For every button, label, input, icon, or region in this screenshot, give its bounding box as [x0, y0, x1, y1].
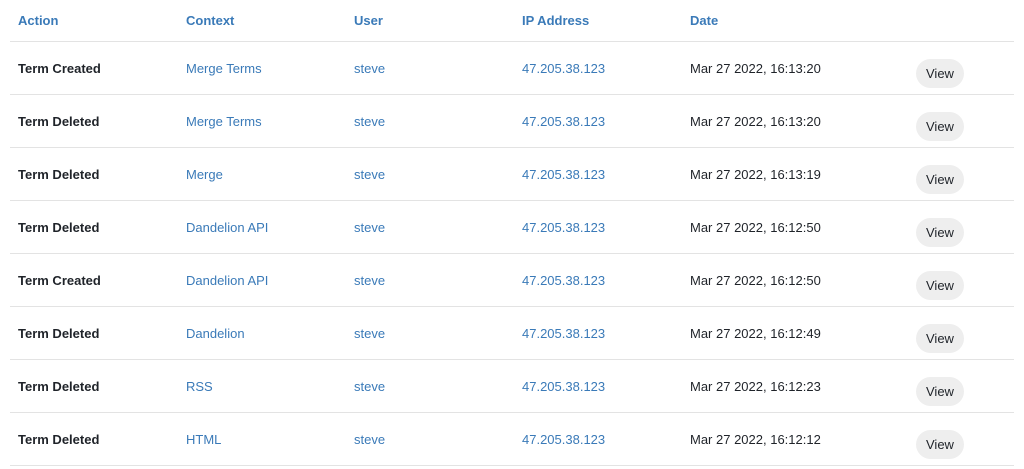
- view-cell: View: [900, 306, 1014, 360]
- ip-address-link[interactable]: 47.205.38.123: [514, 94, 682, 148]
- view-button[interactable]: View: [916, 164, 964, 194]
- view-cell: View: [900, 41, 1014, 95]
- view-button[interactable]: View: [916, 111, 964, 141]
- date-cell: Mar 27 2022, 16:12:50: [682, 253, 900, 307]
- date-cell: Mar 27 2022, 16:12:49: [682, 306, 900, 360]
- ip-address-link[interactable]: 47.205.38.123: [514, 412, 682, 466]
- column-header-action: Action: [10, 0, 178, 42]
- view-button[interactable]: View: [916, 270, 964, 300]
- ip-address-link[interactable]: 47.205.38.123: [514, 359, 682, 413]
- action-cell: Term Created: [10, 41, 178, 95]
- ip-address-link[interactable]: 47.205.38.123: [514, 200, 682, 254]
- context-link[interactable]: RSS: [178, 359, 346, 413]
- action-cell: Term Deleted: [10, 94, 178, 148]
- user-link[interactable]: steve: [346, 147, 514, 201]
- date-cell: Mar 27 2022, 16:13:19: [682, 147, 900, 201]
- view-cell: View: [900, 253, 1014, 307]
- column-header-user: User: [346, 0, 514, 42]
- action-cell: Term Deleted: [10, 412, 178, 466]
- view-button[interactable]: View: [916, 429, 964, 459]
- context-link[interactable]: Merge Terms: [178, 94, 346, 148]
- table-body: Term Created Merge Terms steve 47.205.38…: [10, 41, 1014, 466]
- context-link[interactable]: Dandelion: [178, 306, 346, 360]
- table-row: Term Deleted RSS steve 47.205.38.123 Mar…: [10, 359, 1014, 413]
- context-link[interactable]: HTML: [178, 412, 346, 466]
- table-row: Term Deleted Merge Terms steve 47.205.38…: [10, 94, 1014, 148]
- column-header-ip-address: IP Address: [514, 0, 682, 42]
- table-header: Action Context User IP Address Date: [10, 0, 1014, 42]
- view-button[interactable]: View: [916, 323, 964, 353]
- view-cell: View: [900, 147, 1014, 201]
- table-row: Term Deleted HTML steve 47.205.38.123 Ma…: [10, 412, 1014, 466]
- view-button[interactable]: View: [916, 376, 964, 406]
- date-cell: Mar 27 2022, 16:12:12: [682, 412, 900, 466]
- view-cell: View: [900, 412, 1014, 466]
- ip-address-link[interactable]: 47.205.38.123: [514, 41, 682, 95]
- ip-address-link[interactable]: 47.205.38.123: [514, 306, 682, 360]
- context-link[interactable]: Merge Terms: [178, 41, 346, 95]
- ip-address-link[interactable]: 47.205.38.123: [514, 147, 682, 201]
- table-row: Term Created Merge Terms steve 47.205.38…: [10, 41, 1014, 95]
- view-cell: View: [900, 359, 1014, 413]
- action-cell: Term Deleted: [10, 147, 178, 201]
- user-link[interactable]: steve: [346, 41, 514, 95]
- context-link[interactable]: Merge: [178, 147, 346, 201]
- view-button[interactable]: View: [916, 217, 964, 247]
- table-row: Term Deleted Dandelion steve 47.205.38.1…: [10, 306, 1014, 360]
- user-link[interactable]: steve: [346, 94, 514, 148]
- date-cell: Mar 27 2022, 16:12:50: [682, 200, 900, 254]
- table-row: Term Created Dandelion API steve 47.205.…: [10, 253, 1014, 307]
- action-cell: Term Created: [10, 253, 178, 307]
- context-link[interactable]: Dandelion API: [178, 253, 346, 307]
- date-cell: Mar 27 2022, 16:13:20: [682, 94, 900, 148]
- action-cell: Term Deleted: [10, 306, 178, 360]
- action-cell: Term Deleted: [10, 200, 178, 254]
- user-link[interactable]: steve: [346, 359, 514, 413]
- date-cell: Mar 27 2022, 16:13:20: [682, 41, 900, 95]
- context-link[interactable]: Dandelion API: [178, 200, 346, 254]
- table-row: Term Deleted Dandelion API steve 47.205.…: [10, 200, 1014, 254]
- user-link[interactable]: steve: [346, 200, 514, 254]
- table-row: Term Deleted Merge steve 47.205.38.123 M…: [10, 147, 1014, 201]
- activity-log-table: Action Context User IP Address Date Term…: [10, 0, 1014, 466]
- column-header-actions: [900, 0, 1014, 42]
- header-row: Action Context User IP Address Date: [10, 0, 1014, 42]
- view-cell: View: [900, 200, 1014, 254]
- user-link[interactable]: steve: [346, 253, 514, 307]
- column-header-date: Date: [682, 0, 900, 42]
- user-link[interactable]: steve: [346, 412, 514, 466]
- view-cell: View: [900, 94, 1014, 148]
- ip-address-link[interactable]: 47.205.38.123: [514, 253, 682, 307]
- date-cell: Mar 27 2022, 16:12:23: [682, 359, 900, 413]
- user-link[interactable]: steve: [346, 306, 514, 360]
- column-header-context: Context: [178, 0, 346, 42]
- action-cell: Term Deleted: [10, 359, 178, 413]
- view-button[interactable]: View: [916, 58, 964, 88]
